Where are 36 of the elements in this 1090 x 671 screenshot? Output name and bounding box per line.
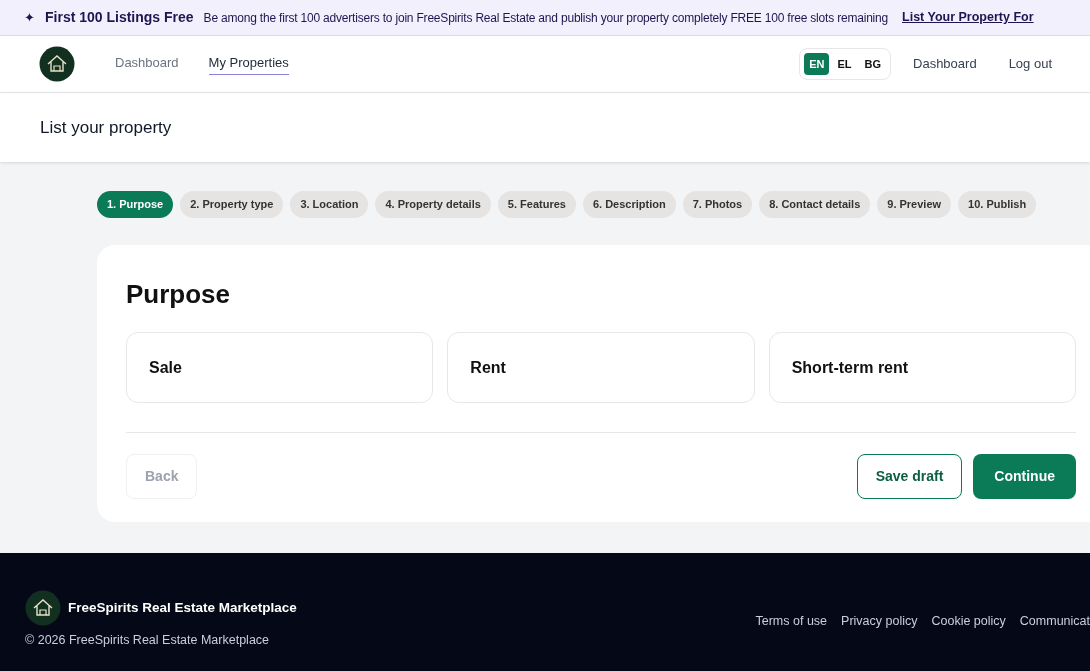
banner-message: Be among the first 100 advertisers to join FreeSpirits Real Estate and publish your property completely FREE 100 free slots remaining: [203, 9, 889, 27]
step-tab[interactable]: 3. Location: [290, 191, 369, 218]
footer-link[interactable]: Cookie policy: [931, 612, 1006, 631]
purpose-option[interactable]: Short-term rent: [768, 332, 1076, 403]
language-button[interactable]: BG: [859, 52, 886, 76]
footer-brand: FreeSpirits Real Estate Marketplace: [68, 598, 297, 617]
copyright-text: © 2026 FreeSpirits Real Estate Marketplace: [25, 632, 271, 649]
continue-button[interactable]: Continue: [973, 454, 1076, 499]
section-heading: Purpose: [126, 278, 232, 311]
header-link[interactable]: Dashboard: [913, 54, 977, 74]
logo-icon: [39, 46, 75, 82]
step-tab[interactable]: 6. Description: [582, 191, 676, 218]
footer-link[interactable]: Terms of use: [755, 612, 828, 631]
step-tab[interactable]: 9. Preview: [877, 191, 952, 218]
logo-icon: [25, 590, 61, 626]
step-tab[interactable]: 10. Publish: [958, 191, 1037, 218]
step-tab[interactable]: 2. Property type: [180, 191, 284, 218]
banner-title: First 100 Listings Free: [45, 8, 194, 27]
footer-link[interactable]: Communicat: [1019, 612, 1090, 631]
purpose-option[interactable]: Sale: [126, 332, 434, 403]
footer-link[interactable]: Privacy policy: [841, 612, 918, 631]
page-title: List your property: [40, 116, 172, 139]
nav-link[interactable]: My Properties: [208, 53, 289, 75]
step-tab[interactable]: 4. Property details: [375, 191, 491, 218]
nav-link[interactable]: Dashboard: [115, 53, 179, 75]
save-draft-button[interactable]: Save draft: [856, 454, 963, 499]
step-tab[interactable]: 1. Purpose: [97, 191, 174, 218]
step-tab[interactable]: 5. Features: [497, 191, 576, 218]
purpose-option[interactable]: Rent: [447, 332, 755, 403]
language-button[interactable]: EL: [832, 52, 857, 76]
banner-link[interactable]: List Your Property For: [902, 8, 1034, 27]
sparkle-icon: ✦: [24, 7, 35, 28]
step-tab[interactable]: 7. Photos: [682, 191, 753, 218]
step-tab[interactable]: 8. Contact details: [759, 191, 871, 218]
language-button[interactable]: EN: [804, 52, 830, 76]
header-link[interactable]: Log out: [1008, 54, 1052, 74]
